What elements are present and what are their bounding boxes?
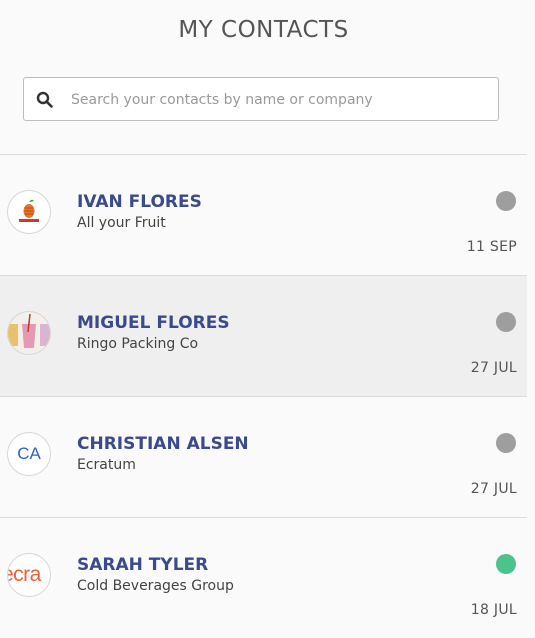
smoothie-logo-avatar bbox=[7, 311, 51, 355]
contact-date: 18 JUL bbox=[470, 602, 517, 618]
contact-company: All your Fruit bbox=[77, 215, 166, 231]
fruit-logo-avatar bbox=[7, 190, 51, 234]
ecratum-logo-text: ecra bbox=[8, 563, 41, 586]
initials-avatar: CA bbox=[7, 432, 51, 476]
fruit-logo-icon bbox=[19, 199, 39, 222]
avatar-initials: CA bbox=[17, 444, 41, 463]
contact-name: MIGUEL FLORES bbox=[77, 313, 230, 333]
contact-row[interactable]: ecra SARAH TYLER Cold Beverages Group 18… bbox=[0, 517, 527, 638]
contact-date: 27 JUL bbox=[470, 481, 517, 497]
contact-company: Ringo Packing Co bbox=[77, 336, 199, 352]
search-input[interactable] bbox=[69, 86, 493, 114]
contact-list: IVAN FLORES All your Fruit 11 SEP MIGUEL… bbox=[0, 154, 527, 638]
contact-date: 11 SEP bbox=[466, 239, 517, 255]
contact-name: CHRISTIAN ALSEN bbox=[77, 434, 249, 454]
ecratum-logo-avatar: ecra bbox=[7, 553, 51, 597]
search-icon bbox=[36, 91, 53, 108]
status-dot bbox=[496, 191, 516, 211]
status-dot bbox=[496, 433, 516, 453]
search-box[interactable] bbox=[23, 77, 499, 121]
contact-row[interactable]: CA CHRISTIAN ALSEN Ecratum 27 JUL bbox=[0, 396, 527, 517]
page-title: MY CONTACTS bbox=[178, 17, 349, 43]
status-dot bbox=[496, 554, 516, 574]
smoothie-logo-icon bbox=[8, 313, 50, 348]
status-dot bbox=[496, 312, 516, 332]
contact-name: IVAN FLORES bbox=[77, 192, 202, 212]
contact-name: SARAH TYLER bbox=[77, 555, 209, 575]
contact-row[interactable]: IVAN FLORES All your Fruit 11 SEP bbox=[0, 154, 527, 275]
contact-date: 27 JUL bbox=[470, 360, 517, 376]
contact-company: Cold Beverages Group bbox=[77, 578, 234, 594]
contact-company: Ecratum bbox=[77, 457, 136, 473]
contact-row[interactable]: MIGUEL FLORES Ringo Packing Co 27 JUL bbox=[0, 275, 527, 396]
